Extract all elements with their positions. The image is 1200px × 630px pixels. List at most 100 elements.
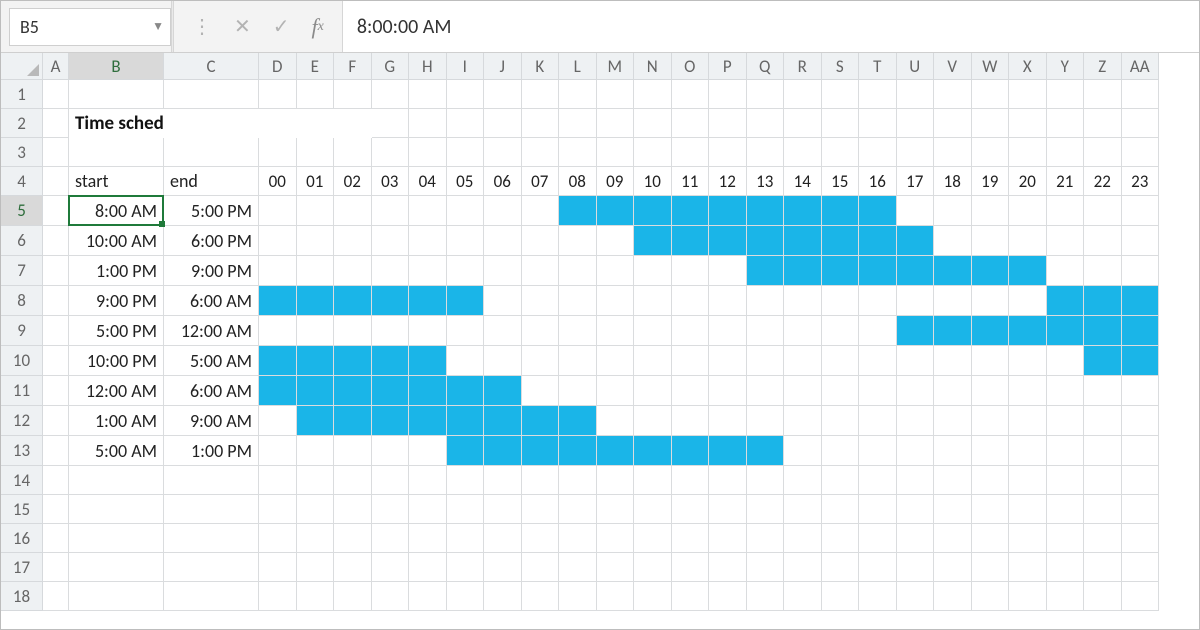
cell[interactable] (1009, 109, 1047, 138)
gantt-cell[interactable] (634, 256, 672, 286)
gantt-cell[interactable] (822, 376, 860, 406)
cell[interactable] (164, 109, 259, 138)
cell[interactable] (1009, 466, 1047, 495)
cell[interactable] (972, 495, 1010, 524)
cell[interactable] (672, 582, 710, 611)
cell[interactable] (259, 138, 297, 167)
gantt-cell[interactable] (709, 316, 747, 346)
gantt-cell[interactable] (372, 436, 410, 466)
start-time[interactable]: 9:00 PM (69, 286, 164, 316)
gantt-cell[interactable] (709, 436, 747, 466)
gantt-cell[interactable] (747, 316, 785, 346)
cell[interactable] (409, 524, 447, 553)
cell[interactable] (259, 80, 297, 109)
gantt-cell[interactable] (1122, 226, 1160, 256)
column-header[interactable]: N (634, 53, 672, 80)
gantt-cell[interactable] (1084, 436, 1122, 466)
cell[interactable] (259, 553, 297, 582)
column-header[interactable]: P (709, 53, 747, 80)
column-header[interactable]: U (897, 53, 935, 80)
cell[interactable] (747, 466, 785, 495)
gantt-cell[interactable] (822, 316, 860, 346)
gantt-cell[interactable] (334, 346, 372, 376)
cell[interactable] (334, 495, 372, 524)
gantt-cell[interactable] (634, 196, 672, 226)
cell[interactable] (334, 138, 372, 167)
gantt-cell[interactable] (297, 406, 335, 436)
gantt-cell[interactable] (447, 316, 485, 346)
row-header[interactable]: 5 (1, 196, 43, 226)
cell[interactable] (259, 109, 297, 138)
cell[interactable] (484, 80, 522, 109)
gantt-cell[interactable] (859, 406, 897, 436)
cancel-icon[interactable]: ✕ (234, 14, 251, 39)
gantt-cell[interactable] (259, 346, 297, 376)
gantt-cell[interactable] (1047, 376, 1085, 406)
cell[interactable] (559, 495, 597, 524)
gantt-cell[interactable] (297, 256, 335, 286)
gantt-cell[interactable] (447, 286, 485, 316)
cell[interactable] (634, 109, 672, 138)
gantt-cell[interactable] (822, 436, 860, 466)
cell[interactable] (972, 553, 1010, 582)
cell[interactable] (372, 582, 410, 611)
column-header[interactable]: E (297, 53, 335, 80)
end-time[interactable]: 9:00 PM (164, 256, 259, 286)
gantt-cell[interactable] (1084, 376, 1122, 406)
gantt-cell[interactable] (747, 436, 785, 466)
cell[interactable] (522, 80, 560, 109)
gantt-cell[interactable] (597, 376, 635, 406)
cell[interactable] (934, 466, 972, 495)
gantt-cell[interactable] (1047, 256, 1085, 286)
cell[interactable] (484, 109, 522, 138)
row-header[interactable]: 17 (1, 553, 43, 582)
gantt-cell[interactable] (522, 436, 560, 466)
gantt-cell[interactable] (897, 376, 935, 406)
expand-dots-icon[interactable]: ⋮ (192, 14, 212, 39)
cell[interactable] (709, 495, 747, 524)
gantt-cell[interactable] (297, 346, 335, 376)
gantt-cell[interactable] (859, 286, 897, 316)
gantt-cell[interactable] (972, 346, 1010, 376)
cell[interactable] (69, 582, 164, 611)
gantt-cell[interactable] (259, 316, 297, 346)
gantt-cell[interactable] (784, 226, 822, 256)
cell[interactable] (334, 466, 372, 495)
gantt-cell[interactable] (972, 256, 1010, 286)
gantt-cell[interactable] (259, 256, 297, 286)
cell[interactable] (334, 80, 372, 109)
gantt-cell[interactable] (484, 316, 522, 346)
cell[interactable] (747, 553, 785, 582)
cell[interactable] (69, 524, 164, 553)
gantt-cell[interactable] (1009, 436, 1047, 466)
cell[interactable] (822, 138, 860, 167)
column-header[interactable]: R (784, 53, 822, 80)
start-time[interactable]: 5:00 PM (69, 316, 164, 346)
cell[interactable] (372, 553, 410, 582)
cell[interactable] (934, 524, 972, 553)
cell[interactable] (934, 138, 972, 167)
cell[interactable] (709, 524, 747, 553)
cell[interactable] (1084, 138, 1122, 167)
cell[interactable] (484, 553, 522, 582)
gantt-cell[interactable] (747, 286, 785, 316)
cell[interactable] (43, 138, 69, 167)
cell[interactable] (559, 138, 597, 167)
gantt-cell[interactable] (1047, 316, 1085, 346)
gantt-cell[interactable] (447, 406, 485, 436)
gantt-cell[interactable] (1122, 286, 1160, 316)
gantt-cell[interactable] (784, 406, 822, 436)
gantt-cell[interactable] (934, 286, 972, 316)
cell[interactable] (297, 582, 335, 611)
end-time[interactable]: 1:00 PM (164, 436, 259, 466)
cell[interactable] (1047, 80, 1085, 109)
cell[interactable] (69, 553, 164, 582)
cell[interactable] (447, 582, 485, 611)
cell[interactable] (409, 553, 447, 582)
cell[interactable] (634, 495, 672, 524)
cell[interactable] (43, 495, 69, 524)
cell[interactable] (559, 524, 597, 553)
cell[interactable] (409, 466, 447, 495)
cell[interactable] (447, 495, 485, 524)
gantt-cell[interactable] (1009, 316, 1047, 346)
